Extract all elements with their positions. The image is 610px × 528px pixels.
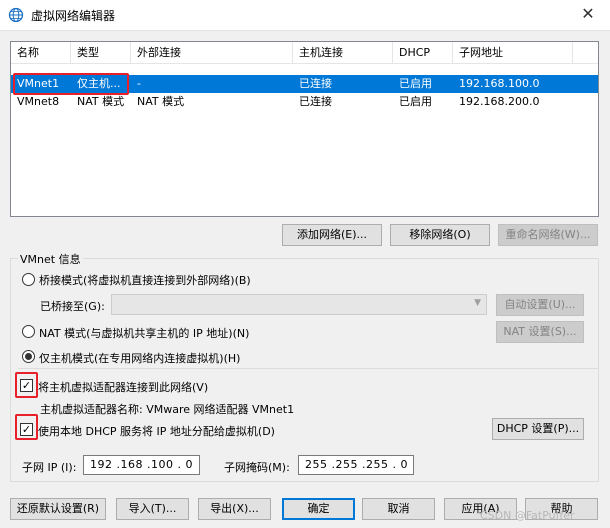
network-table: 名称 类型 外部连接 主机连接 DHCP 子网地址 VMnet1 仅主机... … bbox=[10, 41, 599, 217]
cell-subnet: 192.168.100.0 bbox=[459, 77, 540, 90]
cell-dhcp: 已启用 bbox=[399, 77, 432, 90]
table-header: 名称 类型 外部连接 主机连接 DHCP 子网地址 bbox=[11, 42, 598, 64]
cell-dhcp: 已启用 bbox=[399, 95, 432, 108]
add-network-button[interactable]: 添加网络(E)... bbox=[282, 224, 382, 246]
column-header-host[interactable]: 主机连接 bbox=[293, 42, 393, 64]
column-header-subnet[interactable]: 子网地址 bbox=[453, 42, 573, 64]
connect-adapter-label[interactable]: 将主机虚拟适配器连接到此网络(V) bbox=[38, 379, 208, 395]
cancel-button[interactable]: 取消 bbox=[362, 498, 435, 520]
subnet-mask-input[interactable]: 255 .255 .255 . 0 bbox=[298, 455, 414, 475]
nat-mode-radio[interactable] bbox=[22, 325, 35, 338]
bridged-to-label: 已桥接至(G): bbox=[40, 300, 105, 313]
use-dhcp-label[interactable]: 使用本地 DHCP 服务将 IP 地址分配给虚拟机(D) bbox=[38, 423, 275, 439]
column-header-external[interactable]: 外部连接 bbox=[131, 42, 293, 64]
dhcp-settings-button[interactable]: DHCP 设置(P)... bbox=[492, 418, 584, 440]
host-only-mode-radio[interactable] bbox=[22, 350, 35, 363]
subnet-ip-label: 子网 IP (I): bbox=[22, 461, 77, 474]
ok-button[interactable]: 确定 bbox=[282, 498, 355, 520]
column-header-dhcp[interactable]: DHCP bbox=[393, 42, 453, 64]
cell-host: 已连接 bbox=[299, 95, 332, 108]
nat-settings-button[interactable]: NAT 设置(S)... bbox=[496, 321, 584, 343]
subnet-ip-input[interactable]: 192 .168 .100 . 0 bbox=[83, 455, 200, 475]
remove-network-button[interactable]: 移除网络(O) bbox=[390, 224, 490, 246]
window-title: 虚拟网络编辑器 bbox=[31, 9, 116, 23]
bridge-mode-label[interactable]: 桥接模式(将虚拟机直接连接到外部网络)(B) bbox=[39, 272, 251, 288]
column-header-type[interactable]: 类型 bbox=[71, 42, 131, 64]
adapter-name-text: 主机虚拟适配器名称: VMware 网络适配器 VMnet1 bbox=[40, 403, 295, 416]
vmnet-info-group bbox=[10, 258, 599, 482]
host-only-mode-label[interactable]: 仅主机模式(在专用网络内连接虚拟机)(H) bbox=[39, 350, 240, 366]
cell-subnet: 192.168.200.0 bbox=[459, 95, 540, 108]
rename-network-button[interactable]: 重命名网络(W)... bbox=[498, 224, 598, 246]
cell-host: 已连接 bbox=[299, 77, 332, 90]
import-button[interactable]: 导入(T)... bbox=[116, 498, 189, 520]
dialog-body: 名称 类型 外部连接 主机连接 DHCP 子网地址 VMnet1 仅主机... … bbox=[0, 30, 610, 528]
watermark-text: CSDN @FatPuffer bbox=[480, 509, 575, 522]
annotation-highlight-box bbox=[15, 414, 38, 440]
annotation-highlight-box bbox=[15, 372, 38, 398]
network-globe-icon bbox=[8, 7, 24, 23]
chevron-down-icon: ▼ bbox=[474, 298, 481, 308]
cell-name: VMnet8 bbox=[17, 95, 60, 108]
section-divider bbox=[18, 368, 598, 369]
bridge-mode-radio[interactable] bbox=[22, 273, 35, 286]
export-button[interactable]: 导出(X)... bbox=[198, 498, 271, 520]
restore-defaults-button[interactable]: 还原默认设置(R) bbox=[10, 498, 106, 520]
table-row[interactable]: VMnet8 NAT 模式 NAT 模式 已连接 已启用 192.168.200… bbox=[11, 93, 598, 111]
title-bar: 虚拟网络编辑器 ✕ bbox=[0, 0, 610, 30]
close-icon[interactable]: ✕ bbox=[576, 3, 600, 25]
cell-external: - bbox=[137, 77, 141, 90]
subnet-mask-label: 子网掩码(M): bbox=[224, 461, 290, 474]
column-header-name[interactable]: 名称 bbox=[11, 42, 71, 64]
annotation-highlight-box bbox=[13, 73, 129, 95]
nat-mode-label[interactable]: NAT 模式(与虚拟机共享主机的 IP 地址)(N) bbox=[39, 325, 249, 341]
cell-type: NAT 模式 bbox=[77, 95, 125, 108]
vmnet-info-label: VMnet 信息 bbox=[18, 251, 83, 267]
auto-settings-button[interactable]: 自动设置(U)... bbox=[496, 294, 584, 316]
cell-external: NAT 模式 bbox=[137, 95, 185, 108]
bridged-to-select[interactable]: ▼ bbox=[111, 294, 487, 315]
